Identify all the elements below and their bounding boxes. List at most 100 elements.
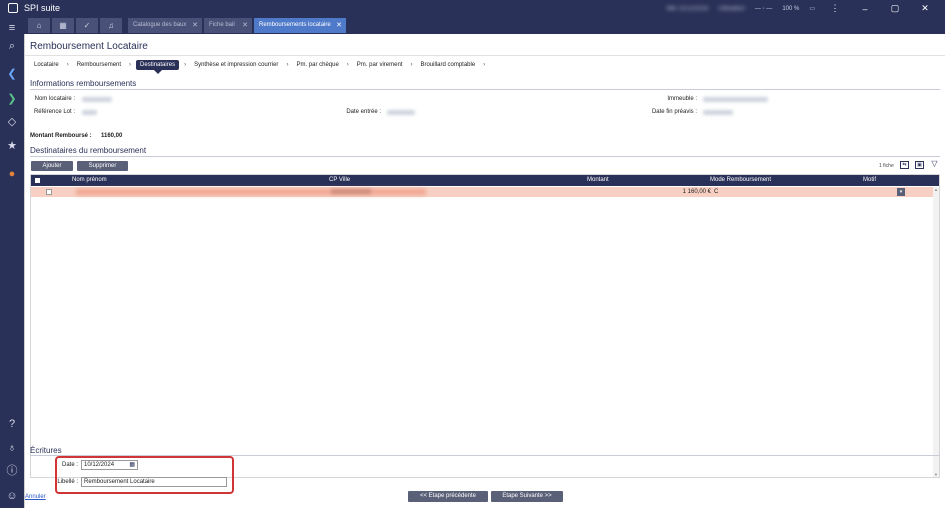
code-icon[interactable]: ◇: [5, 115, 19, 129]
tab-label: Remboursements locataire: [259, 22, 331, 28]
libelle-field[interactable]: Remboursement Locataire: [81, 477, 227, 487]
select-all-checkbox[interactable]: [35, 178, 40, 183]
tab-close-icon[interactable]: ✕: [336, 18, 342, 33]
zoom-level: 100 %: [782, 5, 800, 12]
step-locataire[interactable]: Locataire: [31, 60, 62, 70]
step-brouillard-comptable[interactable]: Brouillard comptable: [417, 60, 478, 70]
step-synthese[interactable]: Synthèse et impression courrier: [191, 60, 281, 70]
libelle-label: Libellé :: [57, 479, 78, 485]
nom-locataire-value: [82, 97, 112, 102]
date-field[interactable]: 10/12/2024 ▦: [81, 460, 138, 470]
step-paiement-cheque[interactable]: Pm. par chèque: [293, 60, 341, 70]
zoom-slider-icon[interactable]: — ◦ —: [755, 6, 772, 12]
tab-label: Fiche bail: [209, 22, 235, 28]
montant-cell: 1 160,00 €: [682, 189, 711, 195]
montant-rembourse-value: 1160,00: [101, 133, 123, 139]
tab-label: Catalogue des baux: [133, 22, 187, 28]
scroll-down-icon[interactable]: ▼: [934, 472, 938, 477]
user-icon[interactable]: ☺: [5, 489, 19, 503]
calendar-icon[interactable]: ▦: [52, 18, 74, 33]
star-icon[interactable]: ★: [5, 139, 19, 153]
export-excel-icon[interactable]: ⇆: [900, 161, 909, 169]
back-icon[interactable]: ❮: [5, 67, 19, 81]
section-title-destinataires: Destinataires du remboursement: [30, 146, 147, 155]
tab-fiche-bail[interactable]: Fiche bail ✕: [204, 18, 252, 33]
step-destinataires[interactable]: Destinataires: [136, 60, 180, 74]
info-icon[interactable]: ⓘ: [5, 464, 19, 478]
chevron-right-icon: ›: [66, 62, 69, 68]
more-icon[interactable]: ⋮: [825, 3, 845, 14]
next-step-button[interactable]: Etape Suivante >>: [491, 491, 563, 502]
cancel-link[interactable]: Annuler: [25, 494, 46, 500]
tab-remboursements-locataire[interactable]: Remboursements locataire ✕: [254, 18, 346, 33]
tab-close-icon[interactable]: ✕: [242, 18, 248, 33]
status-text: Mer 11/12/2024: [666, 5, 709, 12]
column-header-mode-remboursement[interactable]: Mode Remboursement: [710, 177, 771, 183]
date-entree-label: Date entrée :: [346, 109, 381, 115]
add-button[interactable]: Ajouter: [31, 161, 73, 171]
tab-catalogue-baux[interactable]: Catalogue des baux ✕: [128, 18, 202, 33]
left-rail: ≡ ⌕ ❮ ❯ ◇ ★ ● ? ♁ ⓘ ☺: [0, 17, 24, 508]
delete-button[interactable]: Supprimer: [77, 161, 128, 171]
notifications-icon[interactable]: ●: [5, 167, 19, 181]
minimize-button[interactable]: –: [855, 4, 875, 14]
column-header-nom-prenom[interactable]: Nom prénom: [72, 177, 107, 183]
step-remboursement[interactable]: Remboursement: [74, 60, 124, 70]
maximize-button[interactable]: ▢: [885, 3, 905, 14]
menu-icon[interactable]: ≡: [5, 21, 19, 35]
date-fin-preavis-label: Date fin préavis :: [651, 109, 697, 115]
motif-dropdown-icon[interactable]: ▾: [897, 188, 905, 196]
record-count: 1 fiche: [879, 163, 894, 169]
column-chooser-icon[interactable]: ▣: [915, 161, 924, 169]
forward-icon[interactable]: ❯: [5, 92, 19, 106]
title-bar: SPI suite Mer 11/12/2024 Utilisateur — ◦…: [0, 0, 945, 17]
chevron-right-icon: ›: [483, 62, 486, 68]
close-button[interactable]: ✕: [915, 3, 935, 14]
date-entree-value: [387, 110, 415, 115]
tab-close-icon[interactable]: ✕: [192, 18, 198, 33]
help-icon[interactable]: ?: [5, 417, 19, 431]
bell-icon[interactable]: ♫: [100, 18, 122, 33]
chevron-right-icon: ›: [410, 62, 413, 68]
search-icon[interactable]: ⌕: [5, 39, 19, 53]
previous-step-button[interactable]: << Etape précédente: [408, 491, 488, 502]
user-text: Utilisateur: [718, 5, 745, 12]
main-content: Remboursement Locataire Locataire › Remb…: [24, 34, 945, 508]
chevron-right-icon: ›: [286, 62, 289, 68]
row-checkbox[interactable]: [46, 189, 52, 195]
app-logo-icon: [8, 3, 18, 13]
scroll-up-icon[interactable]: ▲: [934, 187, 938, 192]
chevron-right-icon: ›: [184, 62, 187, 68]
column-header-montant[interactable]: Montant: [587, 177, 609, 183]
chevron-right-icon: ›: [129, 62, 132, 68]
nom-prenom-cell: [76, 189, 426, 195]
page-title: Remboursement Locataire: [30, 41, 148, 52]
destinataires-grid: Nom prénom CP Ville Montant Mode Rembour…: [30, 174, 940, 478]
check-icon[interactable]: ✓: [76, 18, 98, 33]
divider: [25, 55, 945, 56]
immeuble-label: Immeuble :: [667, 96, 697, 102]
section-title-informations: Informations remboursements: [30, 79, 137, 88]
column-header-motif[interactable]: Motif: [863, 177, 876, 183]
step-paiement-virement[interactable]: Pm. par virement: [354, 60, 406, 70]
tab-strip: ⌂ ▦ ✓ ♫ Catalogue des baux ✕ Fiche bail …: [24, 17, 945, 34]
lightbulb-icon[interactable]: ♁: [5, 441, 19, 455]
mode-remboursement-cell[interactable]: C: [714, 189, 718, 195]
immeuble-value: [703, 97, 768, 102]
section-title-ecritures: Écritures: [30, 446, 62, 455]
nom-locataire-label: Nom locataire :: [34, 96, 75, 102]
grid-header: Nom prénom CP Ville Montant Mode Rembour…: [31, 175, 939, 186]
document-icon[interactable]: ▭: [809, 5, 815, 12]
filter-icon[interactable]: ▽: [930, 160, 939, 169]
date-label: Date :: [61, 462, 78, 468]
divider: [30, 156, 940, 157]
home-icon[interactable]: ⌂: [28, 18, 50, 33]
calendar-picker-icon[interactable]: ▦: [129, 461, 135, 469]
app-title: SPI suite: [24, 3, 61, 13]
column-header-cp-ville[interactable]: CP Ville: [329, 177, 350, 183]
reference-lot-label: Référence Lot :: [33, 109, 75, 115]
chevron-right-icon: ›: [346, 62, 349, 68]
grid-scrollbar[interactable]: ▲ ▼: [933, 187, 939, 477]
app-window: SPI suite Mer 11/12/2024 Utilisateur — ◦…: [0, 0, 945, 508]
table-row[interactable]: 1 160,00 € C ▾: [31, 187, 933, 197]
